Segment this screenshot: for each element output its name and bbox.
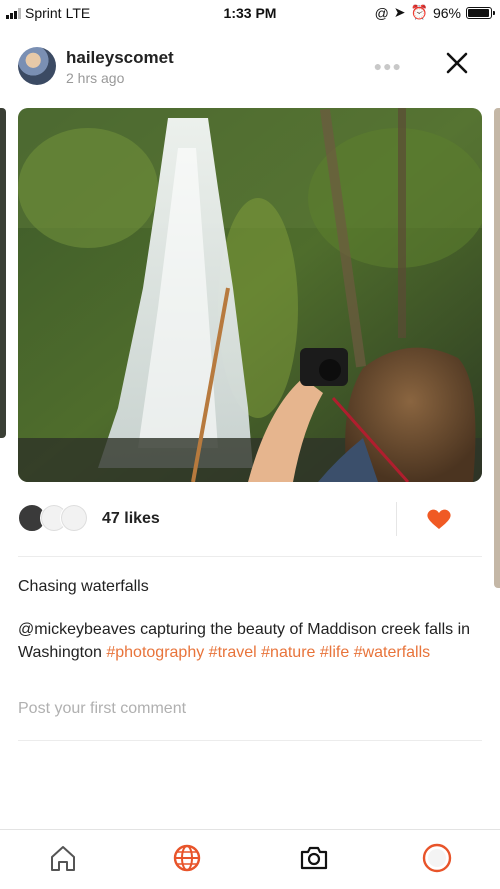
globe-icon[interactable] xyxy=(171,842,203,874)
camera-icon[interactable] xyxy=(298,842,330,874)
battery-percent: 96% xyxy=(432,4,461,21)
next-post-peek[interactable] xyxy=(494,108,500,588)
divider xyxy=(18,556,482,557)
avatar[interactable] xyxy=(18,47,56,85)
post-title: Chasing waterfalls xyxy=(18,578,149,595)
username[interactable]: haileyscomet xyxy=(66,48,174,68)
status-bar: Sprint LTE 1:33 PM @ ➤ ⏰ 96% xyxy=(0,0,500,26)
post-header: haileyscomet 2 hrs ago ●●● xyxy=(18,44,470,90)
likes-count[interactable]: 47 likes xyxy=(102,510,160,528)
profile-ring-icon[interactable] xyxy=(421,842,453,874)
hashtag-link[interactable]: #waterfalls xyxy=(354,644,430,661)
more-icon[interactable]: ●●● xyxy=(374,58,402,74)
battery-icon xyxy=(466,6,495,19)
status-right: @ ➤ ⏰ 96% xyxy=(374,4,495,21)
hashtag-link[interactable]: #nature xyxy=(261,644,315,661)
post-timestamp: 2 hrs ago xyxy=(66,70,125,86)
post-photo[interactable] xyxy=(18,108,482,482)
likes-row: 47 likes xyxy=(18,500,482,540)
liker-avatar[interactable] xyxy=(60,504,88,532)
at-icon: @ xyxy=(374,4,389,21)
home-icon[interactable] xyxy=(47,842,79,874)
divider xyxy=(396,502,397,536)
post-caption: @mickeybeaves capturing the beauty of Ma… xyxy=(18,618,478,664)
divider xyxy=(18,740,482,741)
comment-input[interactable]: Post your first comment xyxy=(18,700,186,718)
previous-post-peek[interactable] xyxy=(0,108,6,438)
close-icon[interactable] xyxy=(444,50,470,76)
hashtag-link[interactable]: #life xyxy=(320,644,349,661)
hashtag-link[interactable]: #travel xyxy=(209,644,257,661)
heart-icon[interactable] xyxy=(426,508,452,530)
alarm-icon: ⏰ xyxy=(410,4,428,20)
bottom-nav xyxy=(0,829,500,889)
location-arrow-icon: ➤ xyxy=(393,4,406,20)
hashtag-link[interactable]: #photography xyxy=(106,644,204,661)
